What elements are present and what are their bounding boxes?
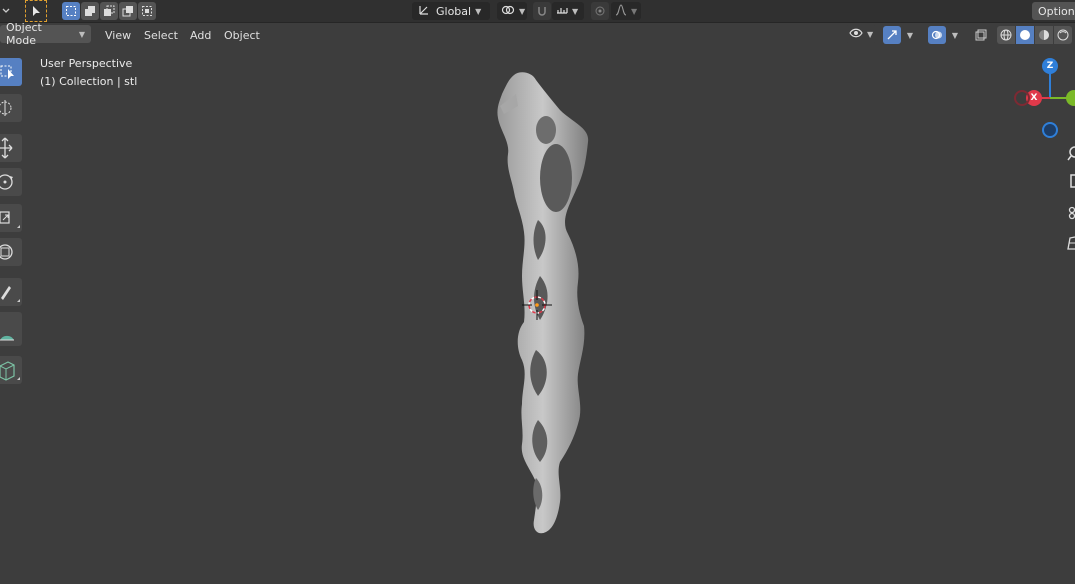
transform-orientation-dropdown[interactable]: Global ▼ (412, 2, 490, 20)
mode-label: Object Mode (6, 21, 42, 47)
viewport-collection-label: (1) Collection | stl (40, 75, 138, 88)
gizmo-y-axis[interactable] (1066, 90, 1075, 106)
select-mode-new-icon[interactable] (62, 2, 80, 20)
tool-settings-bar: Global ▼ ▼ ▼ ▼ Options (0, 0, 1075, 23)
tool-annotate[interactable] (0, 278, 22, 306)
solid-shading-icon[interactable] (1016, 26, 1034, 44)
chevron-down-icon: ▼ (631, 6, 638, 16)
tool-add-cube[interactable] (0, 356, 22, 384)
rendered-shading-icon[interactable] (1054, 26, 1072, 44)
falloff-curve-icon (615, 3, 627, 19)
tool-scale[interactable] (0, 204, 22, 232)
gizmo-toggle-icon[interactable] (883, 26, 901, 44)
menu-object[interactable]: Object (219, 26, 265, 44)
select-mode-subtract-icon[interactable] (100, 2, 118, 20)
gizmo-neg-z-axis[interactable] (1042, 122, 1058, 138)
select-mode-intersect-icon[interactable] (138, 2, 156, 20)
pivot-point-dropdown[interactable]: ▼ (497, 2, 527, 20)
viewport-perspective-label: User Perspective (40, 57, 133, 70)
chevron-down-icon: ▼ (519, 6, 526, 16)
chevron-down-icon: ▼ (867, 29, 874, 39)
overlays-toggle-icon[interactable] (928, 26, 946, 44)
pan-icon[interactable] (1066, 172, 1075, 190)
select-mode-invert-icon[interactable] (119, 2, 137, 20)
3d-cursor-icon[interactable] (522, 290, 552, 320)
navigation-gizmo[interactable]: Z X (1010, 56, 1075, 146)
proportional-editing-icon[interactable] (591, 2, 609, 20)
material-shading-icon[interactable] (1035, 26, 1053, 44)
camera-view-icon[interactable] (1066, 204, 1075, 222)
gizmo-z-axis[interactable]: Z (1042, 58, 1058, 74)
orientation-label: Global (436, 4, 472, 18)
snap-element-dropdown[interactable]: ▼ (552, 2, 584, 20)
menu-add[interactable]: Add (185, 26, 216, 44)
perspective-toggle-icon[interactable] (1066, 234, 1075, 252)
chevron-down-icon: ▼ (475, 6, 482, 16)
eye-icon (849, 27, 863, 42)
pivot-icon (501, 4, 515, 19)
chevron-down-icon: ▼ (78, 29, 85, 39)
options-label: Options (1038, 4, 1075, 18)
gizmo-neg-x-axis[interactable] (1014, 90, 1030, 106)
zoom-icon[interactable] (1066, 144, 1075, 162)
options-dropdown[interactable]: Options (1032, 2, 1075, 20)
wireframe-shading-icon[interactable] (997, 26, 1015, 44)
menu-view[interactable]: View (100, 26, 136, 44)
tool-select-box[interactable] (0, 58, 22, 86)
menu-select[interactable]: Select (139, 26, 183, 44)
visibility-dropdown[interactable]: ▼ (845, 25, 877, 43)
tool-add-shape[interactable] (0, 320, 22, 346)
chevron-down-icon[interactable] (0, 3, 12, 19)
snap-toggle-icon[interactable] (533, 2, 551, 20)
snap-increment-icon (556, 4, 568, 19)
orientation-icon (418, 4, 430, 19)
xray-toggle-icon[interactable] (972, 26, 990, 44)
chevron-down-icon[interactable]: ▼ (948, 26, 962, 44)
tool-rotate[interactable] (0, 168, 22, 196)
tool-cursor[interactable] (0, 94, 22, 122)
tool-transform[interactable] (0, 238, 22, 266)
tool-move[interactable] (0, 134, 22, 162)
select-mode-extend-icon[interactable] (81, 2, 99, 20)
select-tool-icon[interactable] (25, 0, 47, 22)
proportional-falloff-dropdown[interactable]: ▼ (611, 2, 641, 20)
chevron-down-icon: ▼ (572, 6, 579, 16)
chevron-down-icon[interactable]: ▼ (903, 26, 917, 44)
mode-dropdown[interactable]: Object Mode ▼ (0, 21, 91, 47)
